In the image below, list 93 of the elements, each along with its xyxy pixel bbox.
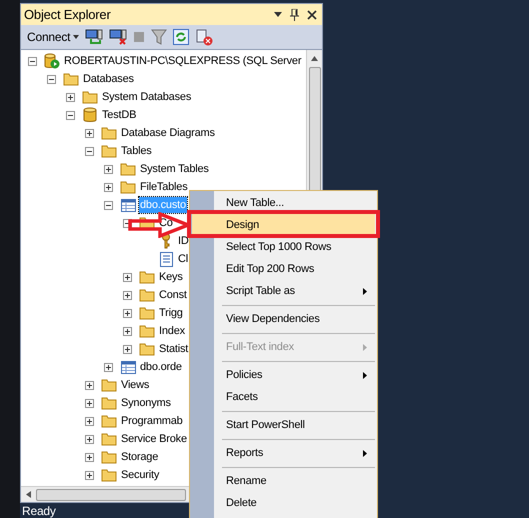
script-stop-icon[interactable] (195, 28, 214, 46)
collapse-toggle[interactable] (104, 200, 113, 210)
tree-item[interactable]: Storage (120, 448, 160, 466)
folder-icon (139, 270, 155, 284)
tree-item[interactable]: Index (158, 322, 186, 340)
menu-item[interactable]: Select Top 1000 Rows (192, 236, 375, 258)
status-text: Ready (22, 502, 56, 518)
tree-item[interactable]: Cl (177, 250, 189, 268)
caret-icon (73, 35, 80, 39)
folder-icon (101, 450, 117, 464)
expand-toggle[interactable] (123, 344, 132, 354)
folder-icon (139, 288, 155, 302)
folder-icon (101, 144, 117, 158)
expand-toggle[interactable] (85, 128, 94, 138)
tree-item[interactable]: Databases (82, 70, 135, 88)
tree-item[interactable]: System Databases (101, 88, 192, 106)
table-icon (120, 360, 136, 374)
folder-icon (120, 180, 136, 194)
tree-item[interactable]: Programmab (120, 412, 184, 430)
tree-item[interactable]: TestDB (101, 106, 138, 124)
folder-icon (139, 342, 155, 356)
tree-item[interactable]: ROBERTAUSTIN-PC\SQLEXPRESS (SQL Server (63, 52, 302, 70)
folder-icon (101, 396, 117, 410)
expand-toggle[interactable] (123, 290, 132, 300)
tree-item[interactable]: Statist (158, 340, 190, 358)
key-icon (160, 233, 172, 249)
collapse-toggle[interactable] (85, 146, 94, 156)
filter-icon[interactable] (151, 29, 168, 45)
database-icon (83, 107, 97, 123)
expand-toggle[interactable] (123, 308, 132, 318)
scroll-left-icon[interactable] (26, 491, 31, 498)
disconnect-icon[interactable] (109, 29, 128, 45)
table-icon (120, 198, 136, 212)
tree-item[interactable]: Trigg (158, 304, 184, 322)
scroll-up-icon[interactable] (311, 56, 318, 61)
folder-icon (101, 126, 117, 140)
collapse-toggle[interactable] (28, 56, 37, 66)
expand-toggle[interactable] (104, 164, 113, 174)
tree-item[interactable]: Service Broke (120, 430, 188, 448)
collapse-toggle[interactable] (47, 74, 56, 84)
tree-item[interactable]: dbo.orde (139, 358, 183, 376)
expand-toggle[interactable] (85, 380, 94, 390)
expand-toggle[interactable] (85, 416, 94, 426)
tree-item[interactable]: Database Diagrams (120, 124, 216, 142)
folder-icon (139, 324, 155, 338)
column-icon (160, 252, 172, 266)
tree-item[interactable]: Views (120, 376, 150, 394)
folder-icon (82, 90, 98, 104)
expand-toggle[interactable] (123, 272, 132, 282)
menu-item[interactable]: Design (192, 214, 375, 236)
menu-item[interactable]: Edit Top 200 Rows (192, 258, 375, 280)
folder-icon (139, 306, 155, 320)
menu-item[interactable]: Reports (192, 442, 375, 464)
panel-title: Object Explorer (24, 6, 112, 24)
close-icon[interactable] (307, 10, 317, 20)
folder-icon (101, 414, 117, 428)
connect-icon[interactable] (85, 29, 104, 45)
menu-item[interactable]: Facets (192, 386, 375, 408)
tree-item[interactable]: Synonyms (120, 394, 172, 412)
annotation-arrow-overlay (128, 212, 190, 238)
tree-item[interactable]: Keys (158, 268, 184, 286)
menu-item[interactable]: New Table... (192, 192, 375, 214)
expand-toggle[interactable] (85, 452, 94, 462)
collapse-toggle[interactable] (66, 110, 75, 120)
expand-toggle[interactable] (85, 398, 94, 408)
dropdown-icon[interactable] (274, 12, 282, 17)
menu-item[interactable]: Rename (192, 470, 375, 492)
menu-item[interactable]: View Dependencies (192, 308, 375, 330)
connect-button[interactable]: Connect (27, 28, 80, 46)
menu-item[interactable]: Start PowerShell (192, 414, 375, 436)
menu-item[interactable]: Policies (192, 364, 375, 386)
tree-item[interactable]: System Tables (139, 160, 210, 178)
folder-icon (63, 72, 79, 86)
pin-icon[interactable] (290, 8, 299, 20)
menu-item[interactable]: Delete (192, 492, 375, 514)
folder-icon (101, 378, 117, 392)
folder-icon (101, 432, 117, 446)
tree-item[interactable]: Security (120, 466, 160, 484)
expand-toggle[interactable] (85, 434, 94, 444)
expand-toggle[interactable] (123, 326, 132, 336)
expand-toggle[interactable] (66, 92, 75, 102)
refresh-icon[interactable] (173, 29, 190, 45)
folder-icon (101, 468, 117, 482)
server-icon (44, 53, 60, 69)
folder-icon (120, 162, 136, 176)
scrollbar-thumb[interactable] (36, 488, 186, 500)
menu-item[interactable]: Script Table as (192, 280, 375, 302)
tree-item[interactable]: Tables (120, 142, 153, 160)
expand-toggle[interactable] (104, 362, 113, 372)
expand-toggle[interactable] (85, 470, 94, 480)
tree-item[interactable]: Const (158, 286, 188, 304)
tree-item[interactable]: FileTables (139, 178, 189, 196)
expand-toggle[interactable] (104, 182, 113, 192)
